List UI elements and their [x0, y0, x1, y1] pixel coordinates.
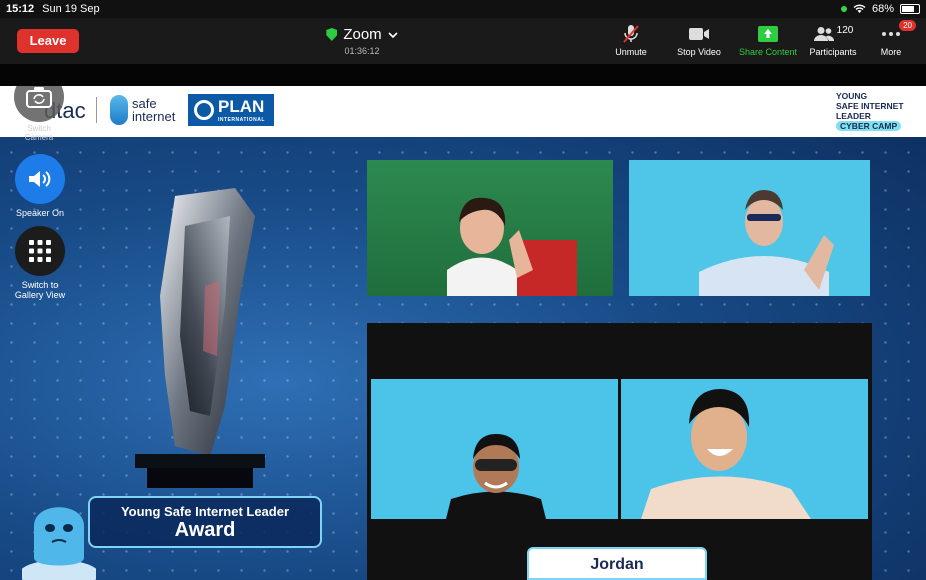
shared-screen: dtac safe internet PLAN INTERNATIONAL YO…	[0, 86, 926, 580]
speaker-button[interactable]: Speaker On	[12, 154, 68, 218]
more-label: More	[880, 47, 902, 57]
meeting-info[interactable]: Zoom 01:36:12	[312, 26, 412, 56]
participant-young-man-glasses	[446, 434, 546, 519]
safe-logo-line2: internet	[132, 109, 176, 124]
participant-video-1[interactable]	[367, 160, 613, 296]
plan-logo-sub: INTERNATIONAL	[218, 117, 265, 123]
award-trophy	[135, 188, 265, 488]
sponsor-logo-bar: dtac safe internet PLAN INTERNATIONAL YO…	[0, 86, 926, 137]
award-caption: Young Safe Internet Leader Award	[88, 496, 322, 548]
muted-mic-icon	[623, 25, 639, 43]
grid-icon	[29, 240, 51, 262]
camp-logo-line2: SAFE INTERNET	[836, 101, 904, 111]
participant-video-4[interactable]	[621, 379, 868, 519]
switch-camera-label: Switch Camera	[24, 124, 54, 142]
battery-percent: 68%	[871, 3, 894, 15]
mic-in-use-indicator	[840, 6, 847, 12]
participants-label: Participants	[809, 47, 857, 57]
participant-woman-clapping	[447, 197, 577, 296]
shield-icon	[326, 28, 338, 41]
speaker-label: Speaker On	[15, 208, 65, 218]
more-button[interactable]: 20 More	[876, 20, 916, 57]
plan-logo-icon	[194, 100, 214, 120]
participants-count: 120	[836, 24, 854, 36]
switch-camera-button[interactable]: Switch Camera	[12, 86, 66, 142]
participant-video-3[interactable]	[371, 379, 618, 519]
more-badge: 20	[899, 20, 916, 31]
stop-video-label: Stop Video	[677, 47, 721, 57]
gallery-label-line2: Gallery View	[14, 290, 66, 300]
clock: 15:12	[6, 3, 35, 15]
camera-switch-icon	[26, 87, 52, 108]
wifi-icon	[853, 4, 866, 13]
cyber-camp-logo: YOUNG SAFE INTERNET LEADER CYBER CAMP	[836, 91, 904, 131]
battery-icon	[900, 4, 920, 14]
participants-icon	[813, 27, 834, 41]
mascot-character	[22, 507, 96, 580]
unmute-button[interactable]: Unmute	[611, 24, 651, 57]
camp-logo-line1: YOUNG	[836, 91, 868, 101]
gallery-view-button[interactable]: Switch to Gallery View	[12, 226, 68, 300]
status-bar: 15:12 Sun 19 Sep 68%	[0, 0, 926, 18]
meeting-toolbar: Leave Zoom 01:36:12 Unmute Stop Video Sh…	[0, 18, 926, 64]
more-dots-icon	[882, 32, 900, 36]
video-camera-icon	[689, 28, 709, 40]
plan-logo-word: PLAN	[218, 97, 265, 116]
plan-international-logo: PLAN INTERNATIONAL	[188, 94, 274, 126]
share-content-button[interactable]: Share Content	[735, 24, 801, 57]
share-content-label: Share Content	[738, 47, 798, 57]
safe-internet-logo: safe internet	[110, 95, 175, 125]
speaker-icon	[29, 171, 51, 187]
leave-button[interactable]: Leave	[17, 29, 79, 53]
participant-young-man-laughing	[641, 389, 811, 519]
participant-man-clapping	[699, 190, 834, 296]
safe-internet-icon	[110, 95, 128, 125]
meeting-timer: 01:36:12	[344, 46, 380, 56]
speaker-name-tag: Jordan	[527, 547, 707, 580]
award-subtitle: Young Safe Internet Leader	[120, 504, 290, 519]
logo-divider	[96, 97, 97, 123]
camp-logo-line3: LEADER	[836, 111, 871, 121]
gallery-label-line1: Switch to	[21, 280, 59, 290]
unmute-label: Unmute	[615, 47, 647, 57]
date: Sun 19 Sep	[42, 3, 100, 15]
award-title: Award	[174, 519, 236, 541]
camp-logo-line4: CYBER CAMP	[836, 121, 902, 131]
stop-video-button[interactable]: Stop Video	[672, 24, 726, 57]
meeting-title: Zoom	[343, 26, 382, 43]
share-screen-icon	[758, 26, 778, 42]
chevron-down-icon	[388, 31, 398, 38]
participant-video-2[interactable]	[629, 160, 870, 296]
participants-button[interactable]: 120 Participants	[804, 24, 862, 58]
video-top-strip	[0, 64, 926, 86]
